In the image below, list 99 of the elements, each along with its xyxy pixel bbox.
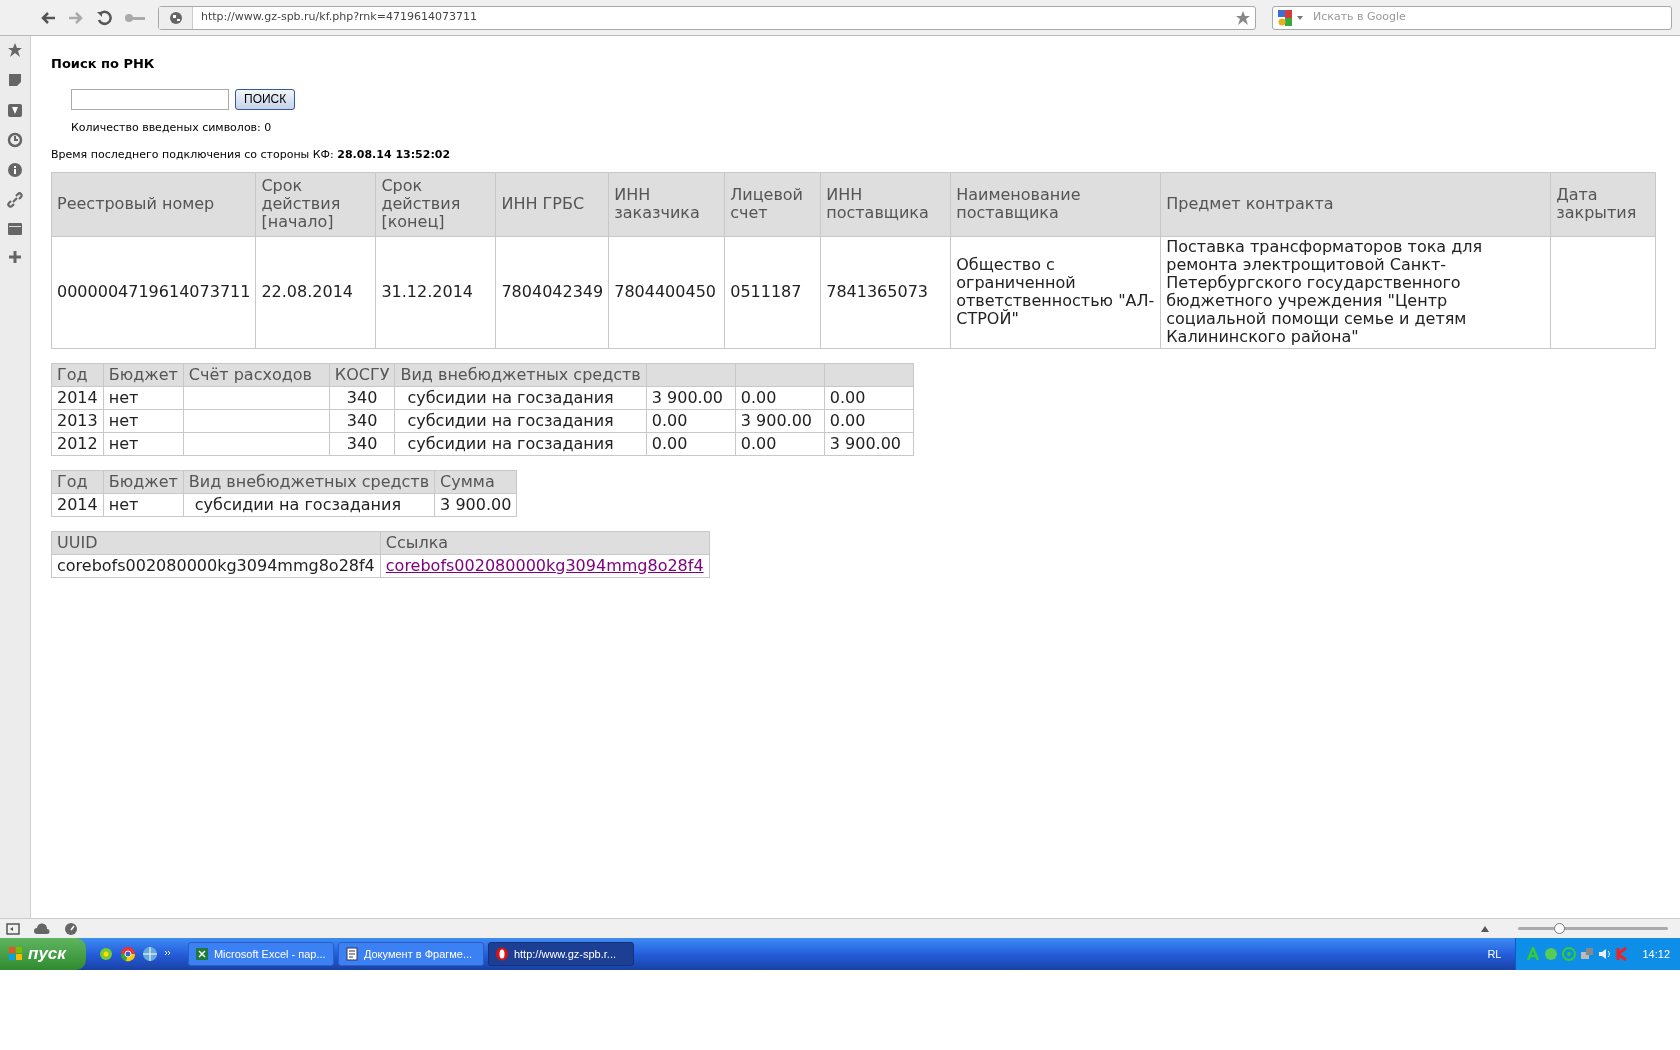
table-cell: 0.00: [735, 386, 825, 409]
table-cell: 340: [329, 409, 395, 432]
window-icon[interactable]: [7, 222, 23, 236]
clock-icon[interactable]: [7, 132, 23, 148]
info-icon[interactable]: [7, 162, 23, 178]
column-header: Бюджет: [103, 470, 184, 493]
table-cell: 2013: [51, 409, 104, 432]
table-cell: нет: [103, 493, 184, 516]
table-cell: 31.12.2014: [375, 236, 496, 348]
column-header: Предмет контракта: [1160, 172, 1551, 236]
table-cell: 3 900.00: [646, 386, 736, 409]
link-icon[interactable]: [7, 192, 23, 208]
page-heading: Поиск по РНК: [51, 55, 155, 73]
column-header: ИНН заказчика: [608, 172, 725, 236]
column-header: Год: [51, 470, 104, 493]
reload-icon[interactable]: [96, 9, 112, 26]
table-cell: 3 900.00: [735, 409, 825, 432]
star-icon[interactable]: [7, 42, 23, 58]
column-header: КОСГУ: [329, 363, 395, 386]
column-header: Вид внебюджетных средств: [183, 470, 435, 493]
table-cell: 2014: [51, 493, 104, 516]
search-button[interactable]: ПОИСК: [235, 88, 296, 110]
zoom-slider[interactable]: [1518, 922, 1668, 935]
table-cell: 0.00: [735, 432, 825, 455]
back-icon[interactable]: [40, 10, 56, 25]
download-icon[interactable]: [7, 102, 23, 118]
address-bar[interactable]: http://www.gz-spb.ru/kf.php?rnk=4719614073711: [158, 5, 1256, 30]
column-header: UUID: [51, 531, 381, 554]
up-arrow-icon[interactable]: [1480, 924, 1490, 933]
table-cell: 0511187: [724, 236, 821, 348]
taskbar-button[interactable]: Microsoft Excel - пар...: [187, 942, 334, 966]
table-cell: 3 900.00: [434, 493, 517, 516]
table-cell: 0.00: [824, 409, 914, 432]
column-header: Вид внебюджетных средств: [394, 363, 647, 386]
panel-toggle-icon[interactable]: [6, 922, 20, 935]
taskbar-button[interactable]: Документ в Фрагме...: [337, 942, 484, 966]
column-header: Счёт расходов: [183, 363, 330, 386]
table-cell: нет: [103, 432, 184, 455]
table-cell: Поставка трансформаторов тока для ремонта электрощитовой Санкт-Петербургского государственного бюджетного учреждения "Центр социальной помощи семье и детям Калининского района": [1160, 236, 1551, 348]
chrome-icon[interactable]: [119, 946, 136, 962]
column-header: Реестровый номер: [51, 172, 256, 236]
table-cell: 3 900.00: [824, 432, 914, 455]
google-icon: [1277, 8, 1305, 27]
character-counter: Количество введеных символов: 0: [71, 119, 272, 136]
star-icon[interactable]: [1235, 9, 1251, 26]
table-cell: 340: [329, 386, 395, 409]
column-header: Срок действия [начало]: [255, 172, 376, 236]
speaker-icon[interactable]: [1598, 947, 1613, 961]
search-placeholder: Искать в Google: [1313, 9, 1406, 26]
taskbar-button[interactable]: http://www.gz-spb.r...: [487, 942, 634, 966]
browser-icon: [494, 947, 509, 961]
note-icon[interactable]: [7, 72, 23, 88]
globe-icon: [168, 10, 183, 25]
column-header: Год: [51, 363, 104, 386]
plus-icon[interactable]: [8, 250, 22, 264]
table-cell: нет: [103, 386, 184, 409]
table-cell: 0000004719614073711: [51, 236, 256, 348]
url-text: http://www.gz-spb.ru/kf.php?rnk=4719614073711: [200, 9, 478, 26]
column-header: ИНН поставщика: [820, 172, 951, 236]
chevron-icon[interactable]: [163, 950, 172, 958]
globe-icon[interactable]: [141, 946, 158, 962]
clock: 14:12: [1642, 946, 1670, 962]
table-cell: corebofs002080000kg3094mmg8o28f4: [51, 554, 381, 577]
last-connection-text: Время последнего подключения со стороны КФ: 28.08.14 13:52:02: [51, 147, 451, 163]
table-cell: субсидии на госзадания: [183, 493, 435, 516]
column-header: Бюджет: [103, 363, 184, 386]
table-cell: 340: [329, 432, 395, 455]
cloud-icon[interactable]: [34, 922, 50, 935]
table-cell: 7804042349: [495, 236, 609, 348]
column-header: ИНН ГРБС: [495, 172, 609, 236]
table-cell: Общество с ограниченной ответственностью "АЛ-СТРОЙ": [950, 236, 1161, 348]
column-header: Ссылка: [380, 531, 710, 554]
table-cell: 0.00: [646, 409, 736, 432]
table-cell: 2012: [51, 432, 104, 455]
document-icon: [344, 947, 359, 961]
zoom-slider-thumb[interactable]: [1553, 923, 1565, 934]
search-field[interactable]: Искать в Google: [1272, 5, 1672, 30]
column-header: Наименование поставщика: [950, 172, 1161, 236]
table-cell: субсидии на госзадания: [394, 386, 647, 409]
column-header: Срок действия [конец]: [375, 172, 496, 236]
table-cell: нет: [103, 409, 184, 432]
start-button[interactable]: пуск: [0, 938, 86, 970]
table-cell: 7804400450: [608, 236, 725, 348]
flower-icon[interactable]: [97, 946, 114, 962]
column-header: Сумма: [434, 470, 517, 493]
table-cell: 7841365073: [820, 236, 951, 348]
table-cell: субсидии на госзадания: [394, 432, 647, 455]
table-cell: 0.00: [646, 432, 736, 455]
table-cell: 0.00: [824, 386, 914, 409]
column-header: Дата закрытия: [1550, 172, 1656, 236]
table-cell: 22.08.2014: [255, 236, 376, 348]
spreadsheet-icon: [194, 947, 209, 961]
table-cell: 2014: [51, 386, 104, 409]
search-input[interactable]: [71, 88, 229, 110]
column-header: Лицевой счет: [724, 172, 821, 236]
table-cell: субсидии на госзадания: [394, 409, 647, 432]
windows-logo-icon: [8, 946, 24, 962]
speedometer-icon[interactable]: [64, 921, 78, 936]
language-indicator[interactable]: RL: [1487, 945, 1502, 963]
